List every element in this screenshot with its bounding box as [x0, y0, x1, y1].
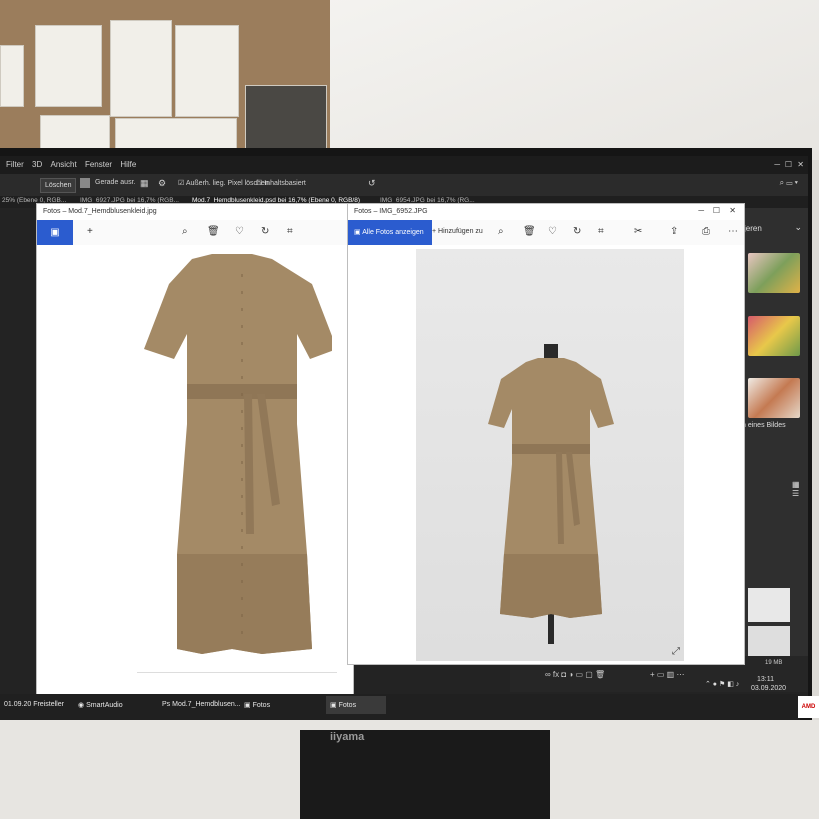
add-to-button[interactable]: + Hinzufügen zu [432, 226, 483, 238]
menu-filter[interactable]: Filter [6, 156, 24, 174]
stock-thumbnail[interactable] [748, 316, 800, 356]
collection-icon[interactable]: ▣ [37, 220, 73, 245]
photos-toolbar: ▣ + ⌕ 🗑 ♡ ↻ ⌗ [37, 220, 353, 245]
add-icon[interactable]: + [87, 226, 93, 238]
close-icon[interactable]: ✕ [797, 156, 804, 174]
menu-3d[interactable]: 3D [32, 156, 42, 174]
divider [137, 672, 337, 673]
straighten-icon[interactable] [80, 178, 90, 188]
status-size: 19 MB [765, 660, 783, 666]
show-all-photos-button[interactable]: ▣ Alle Fotos anzeigen [348, 220, 432, 245]
maximize-icon[interactable]: ☐ [713, 206, 720, 215]
taskbar-label: SmartAudio [86, 702, 123, 709]
dress-belt [187, 384, 297, 399]
mannequin-pole [548, 614, 554, 644]
taskbar-item-fotos[interactable]: ▣ Fotos [244, 701, 270, 709]
clock-time: 13:11 [757, 676, 774, 683]
mannequin-dress-image [488, 344, 614, 644]
menu-fenster[interactable]: Fenster [85, 156, 112, 174]
rotate-icon[interactable]: ↻ [261, 226, 269, 238]
minimize-icon[interactable]: ─ [698, 206, 704, 215]
monitor-brand: iiyama [330, 731, 365, 743]
stock-thumbnail[interactable] [748, 378, 800, 418]
favorite-icon[interactable]: ♡ [235, 226, 244, 238]
grid-icon[interactable]: ▦ [140, 178, 149, 189]
panel-icons-right[interactable]: + ▭ ▥ ⋯ [650, 670, 684, 679]
pinned-paper [35, 25, 102, 107]
doc-tab[interactable]: 25% (Ebene 0, RGB... [2, 197, 66, 204]
window-title: Fotos – IMG_6952.JPG [354, 208, 428, 215]
show-all-label: Alle Fotos anzeigen [362, 229, 424, 236]
chevron-down-icon[interactable]: ⌄ [794, 222, 802, 233]
dress-belt [512, 444, 590, 454]
edit-icon[interactable]: ✂ [634, 226, 642, 238]
layer-thumbnail[interactable] [748, 626, 790, 656]
checkbox-label-2: Inhaltsbasiert [264, 180, 306, 187]
taskbar-item-smartaudio[interactable]: ◉ SmartAudio [78, 701, 123, 709]
window-title: Fotos – Mod.7_Hemdblusenkleid.jpg [43, 208, 157, 215]
photos-window-right: Fotos – IMG_6952.JPG ─ ☐ ✕ ▣ Alle Fotos … [348, 204, 744, 664]
close-icon[interactable]: ✕ [729, 206, 736, 215]
stock-thumbnail[interactable] [748, 253, 800, 293]
favorite-icon[interactable]: ♡ [548, 226, 557, 238]
add-to-label: Hinzufügen zu [438, 228, 483, 235]
delete-icon[interactable]: 🗑 [523, 226, 536, 238]
print-icon[interactable]: ⎙ [702, 226, 710, 238]
taskbar-label: Fotos [252, 702, 271, 709]
tray-icons[interactable]: ⌃ ● ⚑ ◧ ♪ [705, 680, 739, 688]
pinned-note [0, 45, 24, 107]
layer-panel-icons[interactable]: ∞ fx ◘ ◑ ▭ ▢ 🗑 [545, 670, 605, 679]
pinned-cards [245, 85, 327, 157]
panel-caption: n eines Bildes [742, 422, 786, 429]
dress-image [144, 254, 332, 654]
pinned-photos [110, 20, 172, 117]
straighten-label[interactable]: Gerade ausr. [95, 179, 135, 186]
delete-icon[interactable]: 🗑 [207, 226, 220, 238]
dress-hem [500, 554, 602, 618]
layout-icon[interactable]: ▦ ☰ [792, 480, 808, 498]
toolbar-icons[interactable]: ⌕ ▭ ▾ [780, 178, 798, 188]
rotate-icon[interactable]: ↻ [573, 226, 581, 238]
more-icon[interactable]: ⋯ [728, 226, 738, 238]
screen: Filter 3D Ansicht Fenster Hilfe ─ ☐ ✕ Lö… [0, 156, 808, 696]
ceiling-slope [300, 0, 819, 160]
photoshop-right-panel: jeren ⌄ n eines Bildes ▦ ☰ [740, 208, 808, 668]
menu-ansicht[interactable]: Ansicht [50, 156, 76, 174]
gear-icon[interactable]: ⚙ [158, 178, 166, 189]
panel-heading: jeren [744, 224, 762, 233]
taskbar-label: Fotos [338, 702, 357, 709]
taskbar-item-photoshop[interactable]: Ps Mod.7_Hemdblusen... [162, 701, 241, 708]
zoom-icon[interactable]: ⌕ [498, 226, 504, 238]
taskbar-item-fotos-active[interactable]: ▣ Fotos [326, 696, 387, 714]
system-tray: ⌃ ● ⚑ ◧ ♪ 13:11 03.09.2020 [705, 676, 805, 694]
doc-tab[interactable]: IMG_6954.JPG bei 16,7% (RG... [380, 197, 475, 204]
pinned-photo-grid [175, 25, 239, 117]
layer-thumbnail[interactable] [748, 588, 790, 622]
content-aware-checkbox[interactable]: ☐ Inhaltsbasiert [256, 179, 306, 187]
maximize-icon[interactable]: ☐ [785, 156, 792, 174]
photos-window-left: Fotos – Mod.7_Hemdblusenkleid.jpg ▣ + ⌕ … [37, 204, 353, 694]
photoshop-options-bar: Löschen Gerade ausr. ▦ ⚙ ☑ Außerh. lieg.… [0, 174, 808, 196]
reset-icon[interactable]: ↺ [368, 178, 376, 189]
menu-hilfe[interactable]: Hilfe [120, 156, 136, 174]
doc-tab[interactable]: IMG_6927.JPG bei 16,7% (RGB... [80, 197, 179, 204]
crop-icon[interactable]: ⌗ [287, 226, 293, 238]
taskbar: 01.09.20 Freisteller ◉ SmartAudio Ps Mod… [0, 694, 800, 720]
photoshop-menu-bar: Filter 3D Ansicht Fenster Hilfe ─ ☐ ✕ [0, 156, 808, 174]
zoom-icon[interactable]: ⌕ [182, 226, 188, 238]
crop-icon[interactable]: ⌗ [598, 226, 604, 238]
cork-board [0, 0, 330, 160]
dress-hem [177, 554, 312, 654]
amd-sticker: AMD [798, 696, 819, 718]
doc-tab-active[interactable]: Mod.7_Hemdblusenkleid.psd bei 16,7% (Ebe… [192, 197, 360, 204]
expand-icon[interactable]: ⤢ [672, 646, 680, 657]
taskbar-label: 01.09.20 Freisteller [4, 701, 64, 708]
photos-toolbar: ▣ Alle Fotos anzeigen + Hinzufügen zu ⌕ … [348, 220, 744, 245]
minimize-icon[interactable]: ─ [774, 156, 780, 174]
clock-date: 03.09.2020 [751, 685, 787, 692]
delete-button[interactable]: Löschen [40, 178, 77, 193]
taskbar-label: Mod.7_Hemdblusen... [172, 701, 241, 708]
share-icon[interactable]: ⇪ [670, 226, 678, 238]
photo-canvas: ⤢ [416, 249, 684, 661]
